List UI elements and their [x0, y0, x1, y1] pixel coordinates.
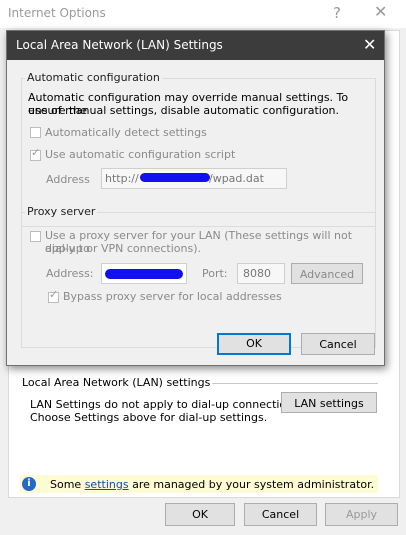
script-address-label: Address [46, 173, 90, 186]
admin-notice-text: Some settings are managed by your system… [50, 478, 374, 491]
checkmark-icon: ✓ [49, 288, 59, 301]
cancel-button[interactable]: Cancel [244, 503, 317, 526]
info-icon: i [22, 477, 36, 491]
auto-detect-label: Automatically detect settings [45, 126, 207, 139]
proxy-port-value: 8080 [243, 267, 271, 280]
redaction-mark [140, 173, 210, 182]
automatic-configuration-description-2: use of manual settings, disable automati… [28, 104, 340, 117]
lan-cancel-button[interactable]: Cancel [301, 333, 375, 355]
redaction-mark [105, 269, 183, 279]
advanced-button[interactable]: Advanced [291, 263, 363, 284]
use-proxy-label-line-2: dial-up or VPN connections). [45, 242, 202, 255]
proxy-server-title: Proxy server [25, 205, 98, 218]
bypass-local-label: Bypass proxy server for local addresses [63, 290, 282, 303]
close-icon[interactable]: ✕ [363, 35, 376, 54]
help-icon[interactable]: ? [333, 4, 341, 22]
lan-dialog-title: Local Area Network (LAN) Settings [16, 38, 223, 52]
script-address-prefix: http:// [105, 172, 139, 185]
admin-settings-link[interactable]: settings [85, 478, 129, 491]
proxy-address-label: Address: [46, 267, 94, 280]
ok-button[interactable]: OK [165, 503, 235, 526]
admin-notice-prefix: Some [50, 478, 82, 491]
use-script-label: Use automatic configuration script [45, 148, 236, 161]
lan-description-line-2: Choose Settings above for dial-up settin… [30, 411, 268, 424]
checkmark-icon: ✓ [31, 146, 41, 159]
admin-notice-suffix: are managed by your system administrator… [132, 478, 375, 491]
lan-settings-dialog: Local Area Network (LAN) Settings ✕ Auto… [6, 30, 385, 366]
use-proxy-checkbox[interactable] [30, 231, 41, 242]
close-icon[interactable]: ✕ [374, 2, 387, 21]
lan-ok-button[interactable]: OK [217, 333, 291, 355]
internet-options-title: Internet Options [8, 6, 106, 20]
apply-button[interactable]: Apply [325, 503, 398, 526]
auto-detect-checkbox[interactable] [30, 127, 41, 138]
lan-group-divider [192, 383, 378, 384]
lan-description-line-1: LAN Settings do not apply to dial-up con… [30, 398, 303, 411]
lan-group-title: Local Area Network (LAN) settings [22, 376, 213, 389]
script-address-suffix: /wpad.dat [209, 172, 264, 185]
automatic-configuration-title: Automatic configuration [25, 71, 162, 84]
lan-settings-button[interactable]: LAN settings [281, 392, 377, 413]
proxy-port-label: Port: [202, 267, 228, 280]
